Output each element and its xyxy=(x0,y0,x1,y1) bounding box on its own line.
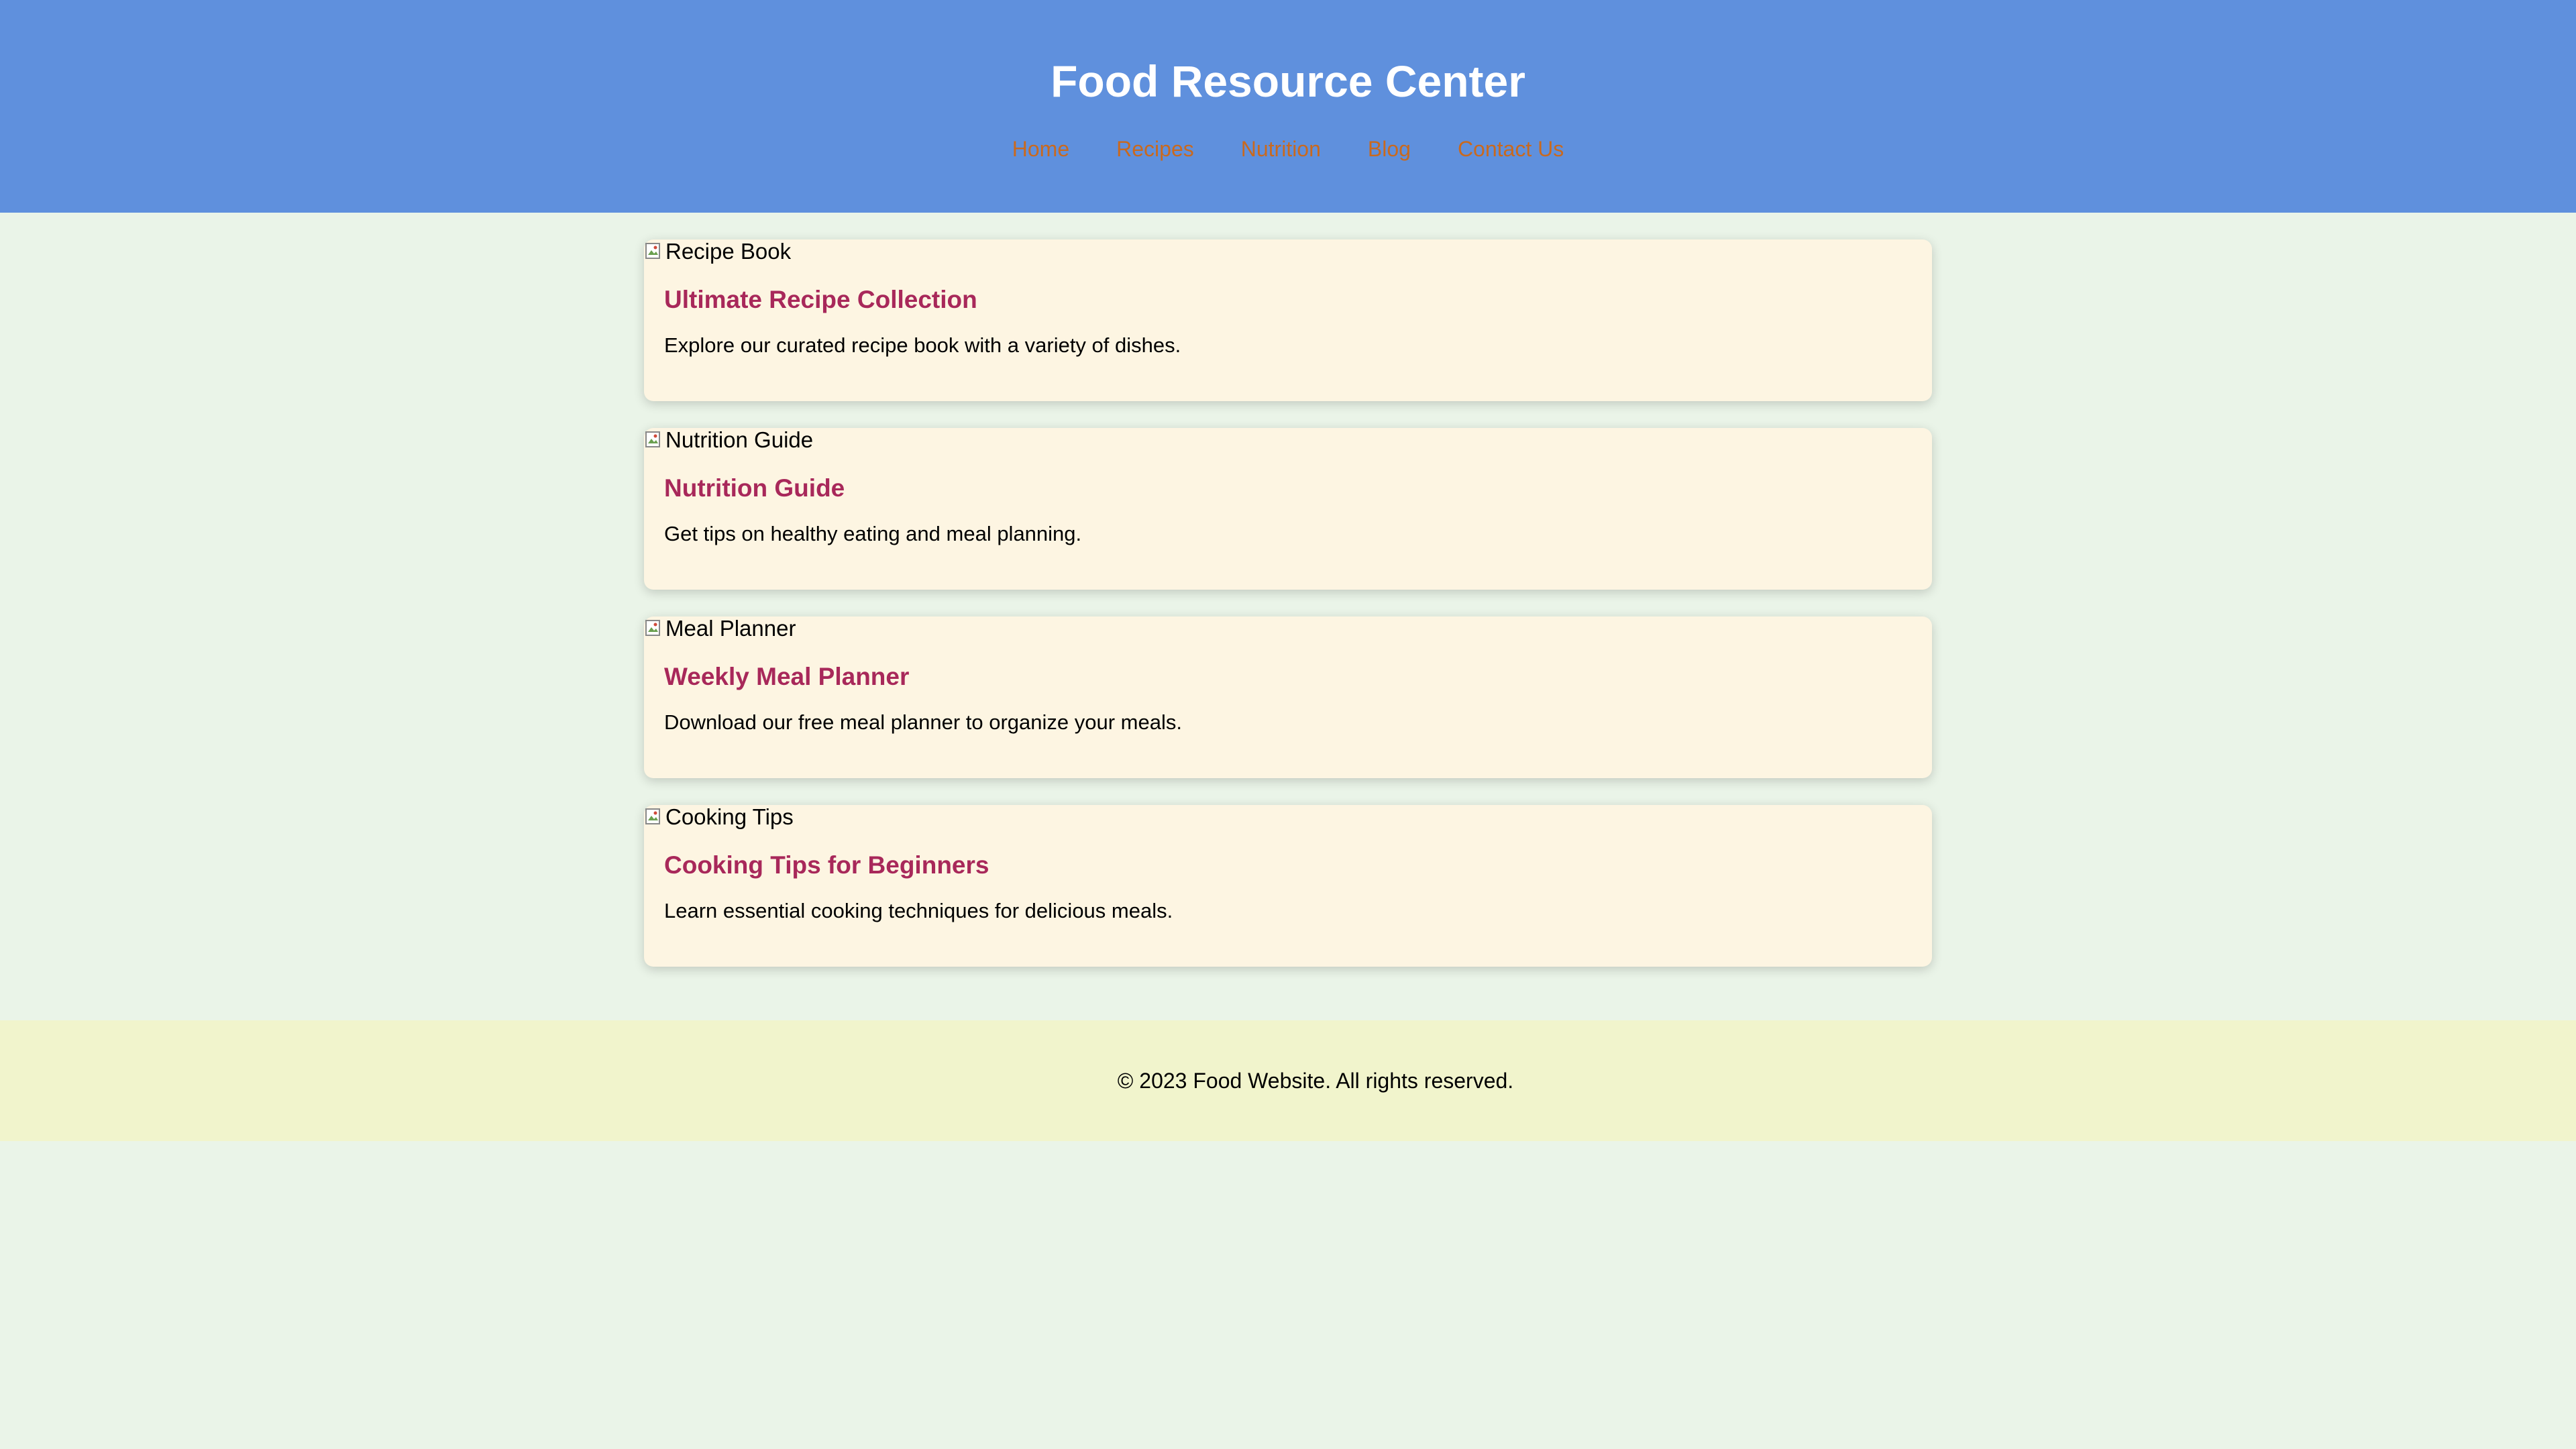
card-image-alt-text: Nutrition Guide xyxy=(665,427,814,452)
card-image: Meal Planner xyxy=(644,616,1932,641)
resource-card-cooking-tips: Cooking Tips Cooking Tips for Beginners … xyxy=(644,804,1932,967)
resource-list: Recipe Book Ultimate Recipe Collection E… xyxy=(644,239,1932,967)
nav-link-home[interactable]: Home xyxy=(1012,136,1069,162)
card-description: Explore our curated recipe book with a v… xyxy=(664,333,1181,357)
nav-link-nutrition[interactable]: Nutrition xyxy=(1241,136,1321,162)
card-title: Cooking Tips for Beginners xyxy=(664,851,989,879)
card-title: Ultimate Recipe Collection xyxy=(664,286,977,313)
nav-link-contact[interactable]: Contact Us xyxy=(1458,136,1564,162)
card-title: Nutrition Guide xyxy=(664,474,845,502)
card-image-alt-text: Meal Planner xyxy=(665,616,796,641)
card-title: Weekly Meal Planner xyxy=(664,663,910,690)
resource-card-recipe-book: Recipe Book Ultimate Recipe Collection E… xyxy=(644,239,1932,401)
site-footer: © 2023 Food Website. All rights reserved… xyxy=(0,1020,2576,1141)
main-nav: Home Recipes Nutrition Blog Contact Us xyxy=(0,136,2576,162)
broken-image-icon xyxy=(644,807,663,827)
resource-card-meal-planner: Meal Planner Weekly Meal Planner Downloa… xyxy=(644,616,1932,778)
broken-image-icon xyxy=(644,430,663,450)
site-header: Food Resource Center Home Recipes Nutrit… xyxy=(0,0,2576,213)
card-description: Get tips on healthy eating and meal plan… xyxy=(664,522,1082,545)
resource-card-nutrition-guide: Nutrition Guide Nutrition Guide Get tips… xyxy=(644,427,1932,590)
broken-image-icon xyxy=(644,241,663,262)
card-description: Learn essential cooking techniques for d… xyxy=(664,899,1173,922)
card-image: Nutrition Guide xyxy=(644,427,1932,452)
nav-link-recipes[interactable]: Recipes xyxy=(1116,136,1194,162)
broken-image-icon xyxy=(644,619,663,639)
copyright-text: © 2023 Food Website. All rights reserved… xyxy=(1117,1068,1514,1093)
card-image-alt-text: Recipe Book xyxy=(665,239,792,264)
site-title: Food Resource Center xyxy=(1051,56,1525,106)
card-description: Download our free meal planner to organi… xyxy=(664,710,1182,734)
card-image: Recipe Book xyxy=(644,239,1932,264)
nav-link-blog[interactable]: Blog xyxy=(1368,136,1411,162)
card-image: Cooking Tips xyxy=(644,804,1932,829)
card-image-alt-text: Cooking Tips xyxy=(665,804,794,829)
